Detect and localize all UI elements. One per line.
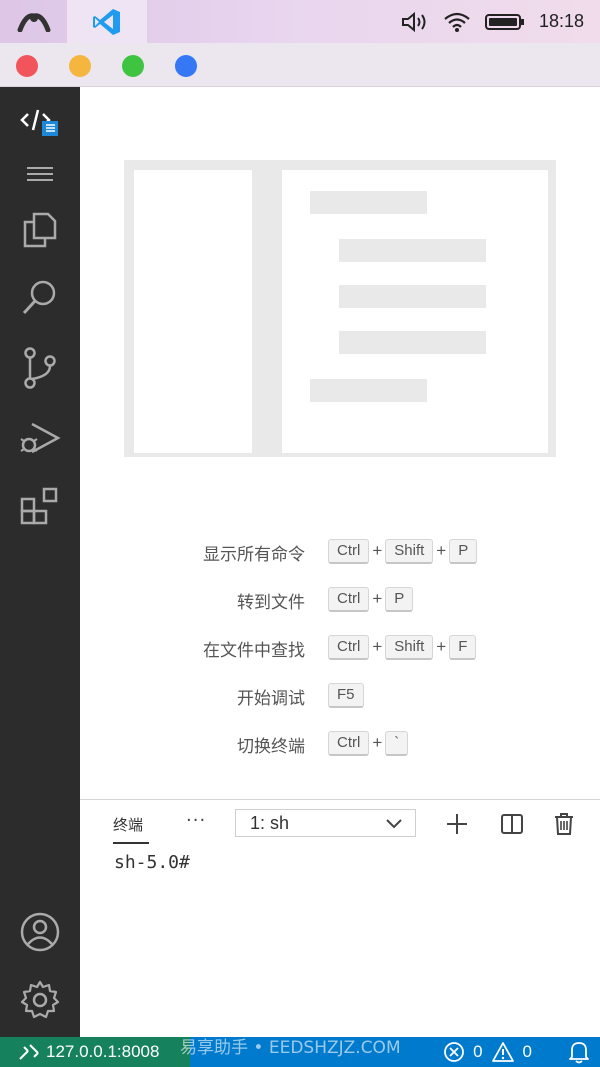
shortcut-label: 显示所有命令 xyxy=(203,545,305,565)
keycap: Ctrl xyxy=(328,730,370,756)
close-window-button[interactable] xyxy=(16,55,38,77)
shortcut-keys: Ctrl + Shift + F xyxy=(328,634,477,660)
shortcut-row[interactable]: 转到文件 Ctrl + P xyxy=(80,586,600,613)
code-file-icon xyxy=(20,109,58,136)
settings-gear-icon xyxy=(20,980,60,1019)
search-button[interactable] xyxy=(0,273,80,323)
source-control-button[interactable] xyxy=(0,341,80,395)
error-icon[interactable] xyxy=(443,1041,465,1063)
chevron-down-icon xyxy=(386,819,402,829)
minimize-window-button[interactable] xyxy=(69,55,91,77)
launcher-icon[interactable] xyxy=(12,8,56,36)
tab-terminal[interactable]: 终端 xyxy=(113,814,143,835)
files-icon xyxy=(23,212,57,248)
clock: 18:18 xyxy=(538,11,584,31)
terminal-select-value: 1: sh xyxy=(250,813,290,833)
extensions-icon xyxy=(20,487,58,525)
keycap: Ctrl xyxy=(328,538,370,564)
account-button[interactable] xyxy=(0,907,80,957)
keycap: Ctrl xyxy=(328,634,370,660)
active-tab-indicator xyxy=(113,842,149,844)
menu-button[interactable] xyxy=(0,159,80,189)
vscode-app-tab[interactable] xyxy=(67,0,147,43)
maximize-window-button[interactable] xyxy=(122,55,144,77)
window-title-bar xyxy=(0,43,600,87)
watermark-text: 易享助手 • EEDSHZJZ.COM xyxy=(180,1038,401,1058)
watermark-line xyxy=(339,239,486,262)
remote-icon xyxy=(19,1044,39,1060)
remote-indicator[interactable]: 127.0.0.1:8008 xyxy=(0,1037,190,1067)
watermark-line xyxy=(310,191,427,214)
plus-icon xyxy=(447,814,467,834)
keycap: F5 xyxy=(328,682,364,708)
notification-bell-icon[interactable] xyxy=(568,1040,590,1064)
editor-watermark-illustration xyxy=(124,160,556,457)
vscode-icon xyxy=(93,8,120,35)
shortcut-row[interactable]: 显示所有命令 Ctrl + Shift + P xyxy=(80,538,600,565)
key-plus: + xyxy=(372,541,383,560)
menu-icon xyxy=(27,167,53,181)
watermark-editor-panel xyxy=(282,170,548,453)
shortcut-label: 切换终端 xyxy=(237,737,305,757)
warning-count[interactable]: 0 xyxy=(523,1042,532,1062)
keycap: Shift xyxy=(385,634,434,660)
battery-icon[interactable] xyxy=(484,12,525,32)
keycap: F xyxy=(449,634,477,660)
terminal-prompt[interactable]: sh-5.0# xyxy=(114,852,190,873)
system-status: 18:18 xyxy=(401,0,584,43)
bottom-panel: 终端 ··· 1: sh sh-5.0# xyxy=(80,799,600,1038)
wifi-icon[interactable] xyxy=(443,11,471,33)
remote-address: 127.0.0.1:8008 xyxy=(46,1042,160,1061)
key-plus: + xyxy=(372,589,383,608)
terminal-select[interactable]: 1: sh xyxy=(235,809,416,837)
account-icon xyxy=(20,912,60,952)
new-terminal-button[interactable] xyxy=(444,811,470,837)
watermark-line xyxy=(339,285,486,308)
key-plus: + xyxy=(436,637,447,656)
shortcut-keys: Ctrl + P xyxy=(328,586,414,612)
shortcut-keys: Ctrl + Shift + P xyxy=(328,538,478,564)
keycap: P xyxy=(385,586,414,612)
shortcut-row[interactable]: 在文件中查找 Ctrl + Shift + F xyxy=(80,634,600,661)
error-count[interactable]: 0 xyxy=(473,1042,482,1062)
shortcut-label: 在文件中查找 xyxy=(203,641,305,661)
key-plus: + xyxy=(372,733,383,752)
activity-explorer-logo[interactable] xyxy=(0,101,80,143)
shortcut-label: 转到文件 xyxy=(237,593,305,613)
watermark-line xyxy=(339,331,486,354)
volume-icon[interactable] xyxy=(401,11,429,33)
key-plus: + xyxy=(372,637,383,656)
settings-button[interactable] xyxy=(0,975,80,1025)
extensions-button[interactable] xyxy=(0,481,80,531)
shortcut-keys: Ctrl + ` xyxy=(328,730,409,756)
watermark-line xyxy=(310,379,427,402)
keycap: ` xyxy=(385,730,409,756)
keycap: P xyxy=(449,538,478,564)
split-icon xyxy=(501,814,523,834)
trash-icon xyxy=(555,813,573,835)
shortcut-keys: F5 xyxy=(328,682,364,708)
watermark-sidebar-panel xyxy=(134,170,252,453)
shortcut-label: 开始调试 xyxy=(237,689,305,709)
run-debug-button[interactable] xyxy=(0,413,80,463)
run-debug-icon xyxy=(20,422,61,454)
shortcut-row[interactable]: 开始调试 F5 xyxy=(80,682,600,709)
status-right-items: 0 0 xyxy=(443,1037,590,1067)
split-terminal-button[interactable] xyxy=(499,811,525,837)
activity-bar xyxy=(0,87,80,1037)
kill-terminal-button[interactable] xyxy=(551,811,577,837)
key-plus: + xyxy=(436,541,447,560)
search-icon xyxy=(22,280,56,315)
shortcut-row[interactable]: 切换终端 Ctrl + ` xyxy=(80,730,600,757)
extra-window-button[interactable] xyxy=(175,55,197,77)
keycap: Ctrl xyxy=(328,586,370,612)
source-control-icon xyxy=(24,347,56,389)
system-top-bar: 18:18 xyxy=(0,0,600,43)
warning-icon[interactable] xyxy=(491,1041,515,1063)
explorer-button[interactable] xyxy=(0,205,80,255)
keycap: Shift xyxy=(385,538,434,564)
editor-welcome-area: 显示所有命令 Ctrl + Shift + P 转到文件 Ctrl + P 在文件中查找 Ctrl + S… xyxy=(80,87,600,799)
more-actions-button[interactable]: ··· xyxy=(186,810,206,831)
